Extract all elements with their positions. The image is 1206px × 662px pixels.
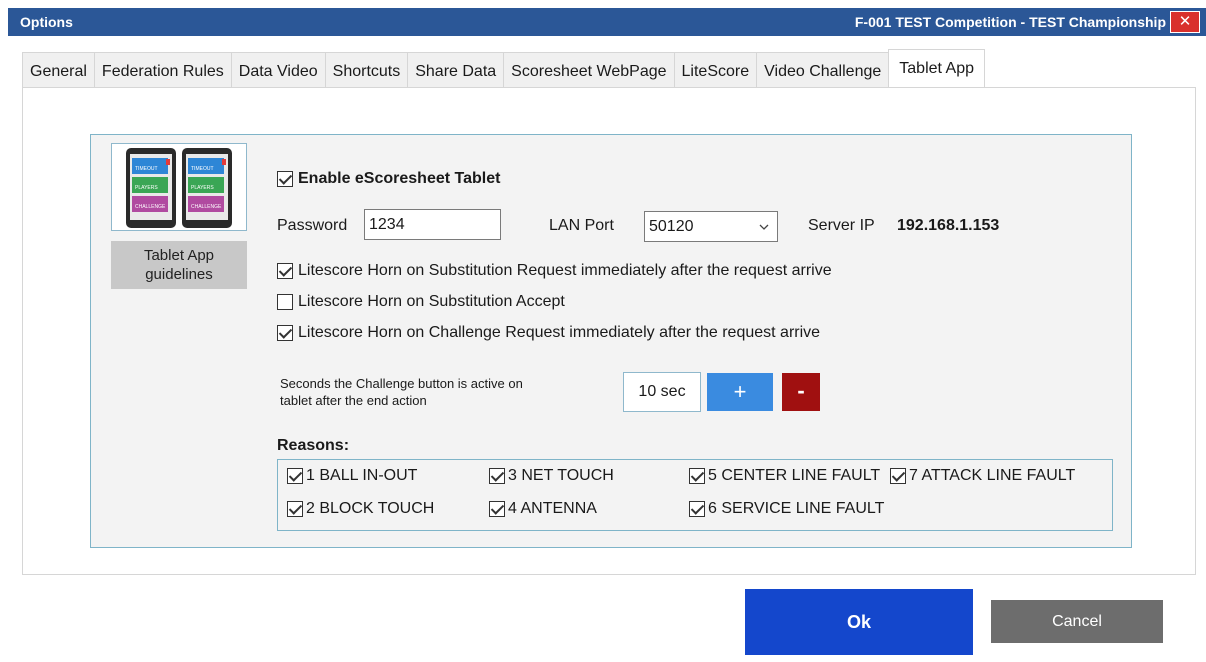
options-window: Options F-001 TEST Competition - TEST Ch… (0, 0, 1206, 662)
thumb-label-timeout-2: TIMEOUT (191, 166, 214, 172)
thumb-label-players-1: PLAYERS (135, 185, 158, 191)
reason-block-touch-check-icon (287, 501, 303, 517)
thumb-label-challenge-1: CHALLENGE (135, 204, 166, 210)
cancel-button[interactable]: Cancel (991, 600, 1163, 643)
tab-scoresheet-webpage[interactable]: Scoresheet WebPage (503, 52, 674, 88)
challenge-seconds-note: Seconds the Challenge button is active o… (280, 375, 523, 409)
tab-federation-rules[interactable]: Federation Rules (93, 52, 231, 88)
thumb-label-timeout-1: TIMEOUT (135, 166, 158, 172)
horn-challenge-label: Litescore Horn on Challenge Request imme… (298, 324, 821, 341)
reasons-group: 1 BALL IN-OUT 2 BLOCK TOUCH 3 NET TOUCH … (277, 459, 1113, 531)
reason-ball-in-out[interactable]: 1 BALL IN-OUT (287, 467, 417, 485)
tablet-devices-icon: TIMEOUT PLAYERS CHALLENGE TIMEOUT PLAYER… (126, 148, 232, 228)
enable-tablet-checkbox[interactable]: Enable eScoresheet Tablet (277, 170, 500, 188)
reason-service-line-fault-check-icon (689, 501, 705, 517)
reason-block-touch[interactable]: 2 BLOCK TOUCH (287, 500, 434, 518)
tab-general[interactable]: General (22, 52, 94, 88)
server-ip-label: Server IP (808, 217, 875, 234)
challenge-seconds-note-line2: tablet after the end action (280, 393, 427, 408)
ok-button[interactable]: Ok (745, 589, 973, 655)
reason-label: 3 NET TOUCH (508, 467, 614, 484)
thumb-label-players-2: PLAYERS (191, 185, 214, 191)
reason-center-line-fault-check-icon (689, 468, 705, 484)
horn-sub-request-check-icon (277, 263, 293, 279)
enable-tablet-label: Enable eScoresheet Tablet (298, 170, 501, 187)
tab-tablet-app[interactable]: Tablet App (888, 49, 985, 88)
lan-port-value: 50120 (649, 218, 694, 235)
reason-service-line-fault[interactable]: 6 SERVICE LINE FAULT (689, 500, 884, 518)
close-button[interactable]: ✕ (1170, 11, 1200, 33)
reason-antenna[interactable]: 4 ANTENNA (489, 500, 597, 518)
horn-challenge-check-icon (277, 325, 293, 341)
tablet-app-thumbnail: TIMEOUT PLAYERS CHALLENGE TIMEOUT PLAYER… (111, 143, 247, 231)
server-ip-value: 192.168.1.153 (897, 217, 1000, 234)
horn-sub-accept-check-icon (277, 294, 293, 310)
horn-sub-accept-label: Litescore Horn on Substitution Accept (298, 293, 565, 310)
reason-net-touch[interactable]: 3 NET TOUCH (489, 467, 614, 485)
password-field[interactable]: 1234 (364, 209, 501, 240)
reason-ball-in-out-check-icon (287, 468, 303, 484)
horn-sub-request-label: Litescore Horn on Substitution Request i… (298, 262, 832, 279)
tab-shortcuts[interactable]: Shortcuts (324, 52, 408, 88)
tab-video-challenge[interactable]: Video Challenge (756, 52, 889, 88)
tab-strip: General Federation Rules Data Video Shor… (22, 49, 985, 88)
horn-sub-accept-checkbox[interactable]: Litescore Horn on Substitution Accept (277, 293, 565, 311)
reason-net-touch-check-icon (489, 468, 505, 484)
horn-sub-request-checkbox[interactable]: Litescore Horn on Substitution Request i… (277, 262, 832, 280)
reason-antenna-check-icon (489, 501, 505, 517)
chevron-down-icon (759, 224, 769, 230)
guidelines-label-line1: Tablet App (143, 247, 215, 264)
reason-label: 5 CENTER LINE FAULT (708, 467, 881, 484)
title-bar: Options F-001 TEST Competition - TEST Ch… (8, 8, 1206, 36)
thumb-label-challenge-2: CHALLENGE (191, 204, 222, 210)
reason-label: 4 ANTENNA (508, 500, 597, 517)
competition-context: F-001 TEST Competition - TEST Championsh… (854, 14, 1166, 30)
window-title: Options (20, 14, 73, 30)
seconds-increase-button[interactable]: + (707, 373, 773, 411)
tab-panel-tablet-app: TIMEOUT PLAYERS CHALLENGE TIMEOUT PLAYER… (22, 87, 1196, 575)
lan-port-select[interactable]: 50120 (644, 211, 778, 242)
guidelines-label-line2: guidelines (145, 266, 213, 283)
reasons-title: Reasons: (277, 437, 350, 454)
reason-attack-line-fault[interactable]: 7 ATTACK LINE FAULT (890, 467, 1075, 485)
enable-tablet-check-icon (277, 171, 293, 187)
tab-share-data[interactable]: Share Data (407, 52, 504, 88)
reason-label: 2 BLOCK TOUCH (306, 500, 435, 517)
challenge-seconds-note-line1: Seconds the Challenge button is active o… (280, 376, 523, 391)
tablet-app-guidelines-button[interactable]: Tablet App guidelines (111, 241, 247, 289)
reason-label: 6 SERVICE LINE FAULT (708, 500, 885, 517)
reason-label: 7 ATTACK LINE FAULT (909, 467, 1076, 484)
reason-center-line-fault[interactable]: 5 CENTER LINE FAULT (689, 467, 880, 485)
horn-challenge-checkbox[interactable]: Litescore Horn on Challenge Request imme… (277, 324, 820, 342)
tab-data-video[interactable]: Data Video (230, 52, 325, 88)
lan-port-label: LAN Port (549, 217, 614, 234)
seconds-decrease-button[interactable]: - (782, 373, 820, 411)
challenge-seconds-value: 10 sec (623, 372, 701, 412)
reason-label: 1 BALL IN-OUT (306, 467, 418, 484)
tablet-settings-group: TIMEOUT PLAYERS CHALLENGE TIMEOUT PLAYER… (90, 134, 1132, 548)
reason-attack-line-fault-check-icon (890, 468, 906, 484)
tab-litescore[interactable]: LiteScore (673, 52, 757, 88)
password-label: Password (277, 217, 348, 234)
